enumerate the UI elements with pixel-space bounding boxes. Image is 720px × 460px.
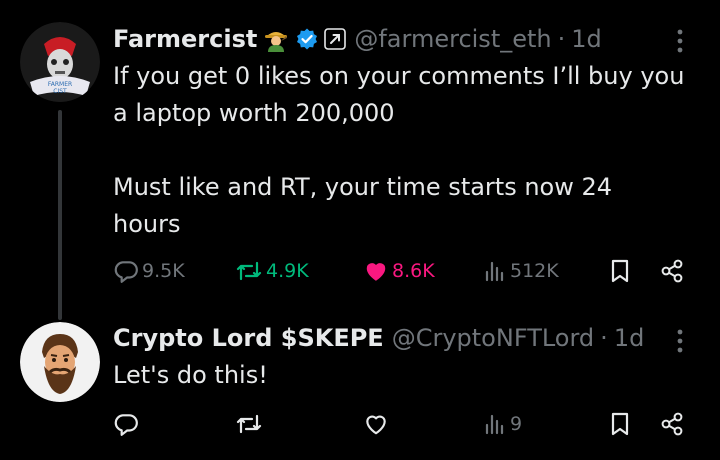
tweet[interactable]: FARMER CIST Farmercist @farmercist_eth ·… [0, 0, 720, 320]
views-button[interactable]: 9 [483, 408, 522, 440]
share-icon [659, 258, 685, 284]
timestamp[interactable]: 1d [614, 324, 645, 352]
bookmark-button[interactable] [609, 408, 631, 440]
display-name[interactable]: Crypto Lord $SKEPE [113, 324, 384, 352]
heart-icon [363, 258, 389, 284]
share-button[interactable] [659, 255, 685, 287]
separator-dot: · [600, 324, 608, 352]
more-icon[interactable] [670, 26, 690, 56]
tweet-actions: 9.5K 4.9K 8.6K 512K [113, 255, 693, 287]
farmer-emoji-icon [263, 26, 289, 52]
retweet-icon [235, 258, 263, 284]
display-name[interactable]: Farmercist [113, 25, 257, 53]
tweet-header: Farmercist @farmercist_eth · 1d [113, 24, 602, 54]
retweet-count: 4.9K [266, 260, 309, 282]
bookmark-button[interactable] [609, 255, 631, 287]
heart-icon [363, 411, 389, 437]
avatar-text: FARMER CIST [47, 81, 73, 95]
reply-icon [113, 258, 139, 284]
affiliate-badge-icon[interactable] [324, 28, 347, 50]
reply-icon [113, 411, 139, 437]
thread-line [58, 110, 62, 320]
tweet-text: If you get 0 likes on your comments I’ll… [113, 62, 685, 238]
retweet-button[interactable]: 4.9K [235, 255, 309, 287]
share-icon [659, 411, 685, 437]
reply-count: 9.5K [142, 260, 185, 282]
tweet-header: Crypto Lord $SKEPE @CryptoNFTLord · 1d [113, 323, 644, 353]
bookmark-icon [609, 411, 631, 437]
timestamp[interactable]: 1d [571, 25, 602, 53]
tweet[interactable]: Crypto Lord $SKEPE @CryptoNFTLord · 1d L… [0, 305, 720, 460]
retweet-icon [235, 411, 263, 437]
views-icon [483, 258, 507, 284]
like-count: 8.6K [392, 260, 435, 282]
views-count: 512K [510, 260, 559, 282]
views-count: 9 [510, 413, 523, 435]
reply-button[interactable]: 9.5K [113, 255, 185, 287]
like-button[interactable] [363, 408, 392, 440]
handle[interactable]: @CryptoNFTLord [392, 324, 594, 352]
verified-badge-icon[interactable] [295, 27, 319, 51]
avatar[interactable]: FARMER CIST [20, 22, 100, 102]
more-icon[interactable] [670, 326, 690, 356]
avatar[interactable] [20, 322, 100, 402]
share-button[interactable] [659, 408, 685, 440]
views-button[interactable]: 512K [483, 255, 559, 287]
tweet-text: Let's do this! [113, 361, 268, 389]
handle[interactable]: @farmercist_eth [354, 25, 551, 53]
like-button[interactable]: 8.6K [363, 255, 435, 287]
retweet-button[interactable] [235, 408, 266, 440]
separator-dot: · [557, 25, 566, 53]
bookmark-icon [609, 258, 631, 284]
reply-button[interactable] [113, 408, 142, 440]
tweet-actions: 9 [113, 408, 693, 440]
views-icon [483, 411, 507, 437]
